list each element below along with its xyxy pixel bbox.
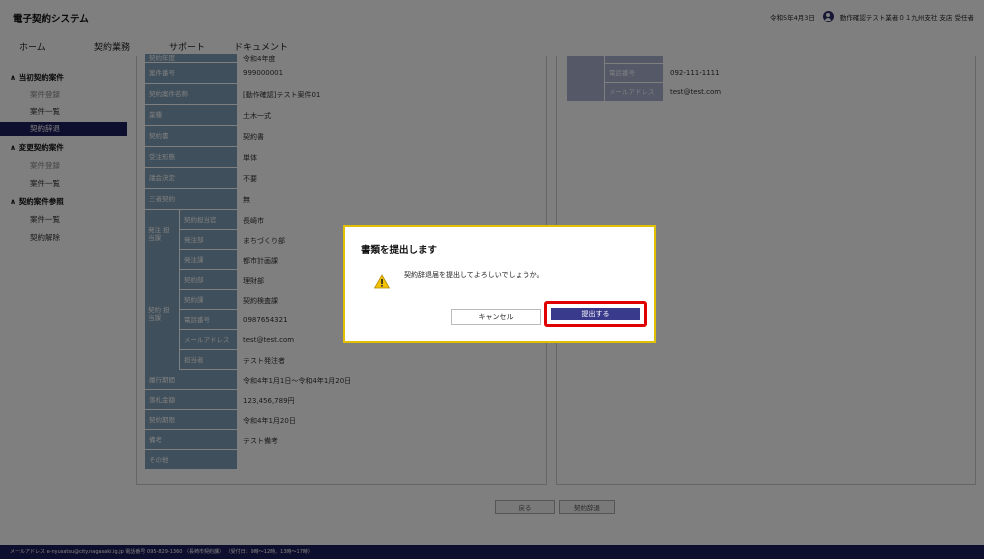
confirm-dialog: 書類を提出します 契約辞退届を提出してよろしいでしょうか。 キャンセル 提出する — [343, 225, 656, 343]
cancel-button[interactable]: キャンセル — [451, 309, 541, 325]
dialog-title: 書類を提出します — [361, 245, 438, 256]
dialog-message: 契約辞退届を提出してよろしいでしょうか。 — [404, 271, 544, 279]
warning-icon — [374, 274, 390, 289]
submit-highlight: 提出する — [544, 301, 647, 327]
submit-button[interactable]: 提出する — [551, 308, 640, 320]
